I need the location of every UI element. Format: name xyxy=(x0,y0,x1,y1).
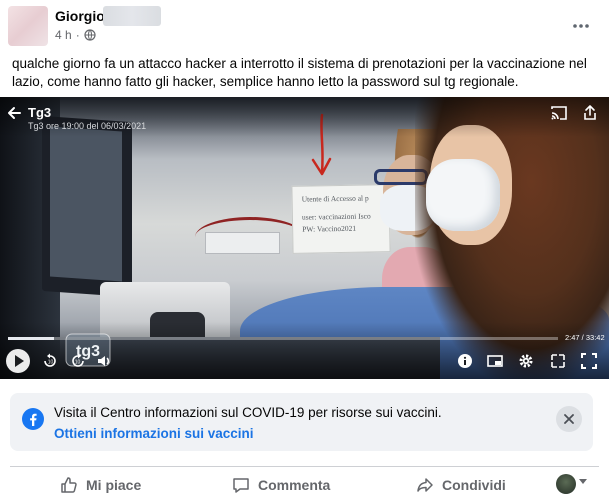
post-meta: 4 h · xyxy=(55,28,96,42)
share-button[interactable]: Condividi xyxy=(416,474,506,496)
volume-icon[interactable] xyxy=(96,353,112,369)
covid-info-box xyxy=(10,393,593,451)
cast-icon[interactable] xyxy=(550,105,568,121)
close-icon xyxy=(564,414,574,424)
svg-text:10: 10 xyxy=(75,360,81,366)
hd-icon[interactable] xyxy=(550,353,566,369)
meta-separator: · xyxy=(75,28,80,42)
video-title: Tg3 xyxy=(28,105,52,120)
thumbs-up-icon xyxy=(61,477,77,493)
arrow-left-icon[interactable] xyxy=(6,105,22,121)
share-icon[interactable] xyxy=(582,104,598,121)
video-progress-bar[interactable] xyxy=(8,337,558,340)
comment-label: Commenta xyxy=(258,477,331,493)
picture-in-picture-icon[interactable] xyxy=(487,353,503,369)
globe-icon xyxy=(84,29,96,41)
comment-icon xyxy=(233,478,249,493)
video-player[interactable]: Utente di Accesso al p user: vaccinazion… xyxy=(0,97,609,379)
facebook-icon xyxy=(22,408,44,430)
video-frame-nurse-front-mask xyxy=(426,159,500,231)
video-time-readout: 2:47 / 33:42 xyxy=(565,333,605,342)
svg-text:10: 10 xyxy=(48,360,54,366)
post-header: Giorgio 4 h · xyxy=(0,0,609,50)
covid-info-link[interactable]: Ottieni informazioni sui vaccini xyxy=(54,426,254,441)
post-text: qualche giorno fa un attacco hacker a in… xyxy=(12,56,587,89)
share-label: Condividi xyxy=(442,477,506,493)
video-frame-cables xyxy=(195,217,305,257)
share-arrow-icon xyxy=(417,478,433,492)
close-button[interactable] xyxy=(556,406,582,432)
video-progress-fill xyxy=(8,337,54,340)
reaction-profile-avatar[interactable] xyxy=(556,474,576,494)
play-icon xyxy=(15,355,24,367)
author-surname-redacted xyxy=(103,6,161,26)
comment-button[interactable]: Commenta xyxy=(232,474,330,496)
like-button[interactable]: Mi piace xyxy=(60,474,141,496)
forward-10-icon[interactable]: 10 xyxy=(70,353,86,369)
video-subtitle: Tg3 ore 19:00 del 06/03/2021 xyxy=(28,121,147,131)
rewind-10-icon[interactable]: 10 xyxy=(42,353,58,369)
note-line-3: PW: Vaccino2021 xyxy=(302,223,357,234)
more-options-button[interactable] xyxy=(567,12,595,40)
covid-info-text: Visita il Centro informazioni sul COVID-… xyxy=(54,405,442,420)
gear-icon[interactable] xyxy=(518,353,534,369)
author-name[interactable]: Giorgio xyxy=(55,8,105,24)
video-frame-monitor-screen xyxy=(50,126,122,282)
author-avatar[interactable] xyxy=(8,6,48,46)
chevron-down-icon[interactable] xyxy=(579,479,587,484)
note-line-2: user: vaccinazioni Isco xyxy=(301,211,371,222)
fullscreen-icon[interactable] xyxy=(581,353,597,369)
more-horizontal-icon xyxy=(573,24,589,28)
video-top-overlay xyxy=(0,97,609,137)
like-label: Mi piace xyxy=(86,477,142,493)
post-time[interactable]: 4 h xyxy=(55,28,72,42)
play-button[interactable] xyxy=(6,349,30,373)
note-line-1: Utente di Accesso al p xyxy=(301,193,369,204)
info-icon[interactable] xyxy=(457,353,473,369)
